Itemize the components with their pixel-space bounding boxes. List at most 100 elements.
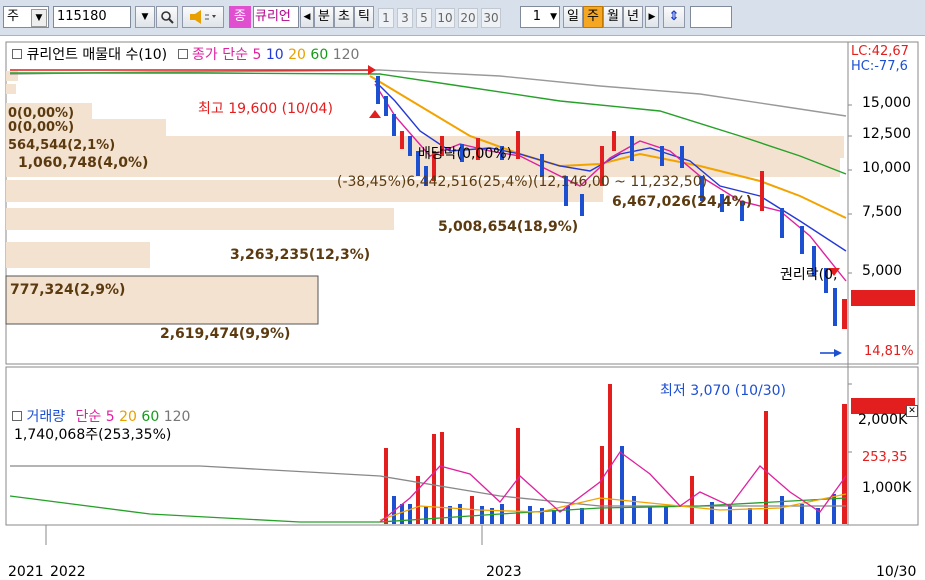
panel-square-icon <box>177 49 188 59</box>
volume-ma120-label: 120 <box>163 409 191 425</box>
stock-code-value: 115180 <box>57 9 107 24</box>
current-volume-text: 1,740,068주(253,35%) <box>14 427 172 443</box>
price-tick-label: 5,000 <box>862 263 903 279</box>
interval-20[interactable]: 20 <box>458 8 478 28</box>
market-select[interactable]: 주 ▼ <box>3 6 49 28</box>
stock-name-field[interactable]: 큐리언 <box>253 6 299 28</box>
current-price-box <box>851 290 915 306</box>
chevron-down-icon[interactable]: ▼ <box>31 9 47 27</box>
speaker-icon <box>190 10 216 24</box>
lc-hc-labels: LC:42,67 HC:-77,6 <box>851 44 923 80</box>
tab-month[interactable]: 월 <box>603 6 623 28</box>
stock-code-input[interactable]: 115180 <box>53 6 131 28</box>
candle <box>392 114 396 136</box>
profile-label: 777,324(2,9%) <box>10 282 126 298</box>
price-tick-label: 12,500 <box>862 126 911 142</box>
price-panel-title: 큐리언트 매물대 수(10) <box>26 47 168 63</box>
up-down-arrow-icon: ⇕ <box>668 9 680 24</box>
profile-label: 1,060,748(4,0%) <box>18 155 149 171</box>
interval-30[interactable]: 30 <box>481 8 501 28</box>
price-tick-label: 15,000 <box>862 95 911 111</box>
code-dropdown-button[interactable]: ▼ <box>135 6 155 28</box>
current-volume-pct: 253,35 <box>862 450 908 465</box>
tab-day[interactable]: 일 <box>563 6 583 28</box>
change-pct-label: 14,81% <box>864 344 914 359</box>
profile-label: 2,619,474(9,9%) <box>160 326 291 342</box>
panel-square-icon <box>12 49 22 59</box>
search-button[interactable] <box>156 6 178 28</box>
price-ma5-label: 5 <box>252 47 262 63</box>
price-tick-label: 10,000 <box>862 160 911 176</box>
tab-week[interactable]: 주 <box>583 6 603 28</box>
current-volume-label: 1,740K <box>862 434 908 449</box>
tab-year[interactable]: 년 <box>623 6 643 28</box>
x-axis-label-2022: 2022 <box>50 564 86 580</box>
current-price-label: 4,380 <box>864 327 902 342</box>
profile-label: 3,263,235(12,3%) <box>230 247 371 263</box>
candle <box>376 76 380 104</box>
profile-bar <box>6 208 394 230</box>
price-ma-label: 종가 단순 <box>192 47 249 63</box>
chart-toolbar: 주 ▼ 115180 ▼ 종 큐리언 ◀ 분 초 틱 1 3 5 10 20 3… <box>0 0 925 36</box>
candle <box>540 154 544 176</box>
low-annotation: 최저 3,070 (10/30) <box>660 383 787 399</box>
candle <box>680 146 684 168</box>
candle <box>516 131 520 159</box>
caret-right-icon: ▶ <box>648 12 656 22</box>
price-ma20-label: 20 <box>288 47 306 63</box>
volume-ma60-label: 60 <box>141 409 160 425</box>
chart-canvas[interactable] <box>0 36 925 552</box>
x-axis-label-2023: 2023 <box>486 564 522 580</box>
interval-3[interactable]: 3 <box>397 8 413 28</box>
next-arrow-button[interactable]: ▶ <box>645 6 659 28</box>
x-axis-last-date: 10/30 <box>876 564 917 580</box>
volume-panel-legend: 거래량 단순 5 20 60 120 <box>12 406 190 426</box>
hc-label: HC:-77,6 <box>851 59 908 74</box>
lc-label: LC:42,67 <box>851 44 909 59</box>
x-axis-label-2021: 2021 <box>8 564 44 580</box>
candle <box>660 146 664 166</box>
high-annotation: 최고 19,600 (10/04) <box>198 101 333 117</box>
close-icon[interactable]: ✕ <box>906 405 918 417</box>
market-label: 주 <box>7 9 19 24</box>
candle <box>384 96 388 116</box>
volume-ma20-label: 20 <box>119 409 137 425</box>
speaker-button[interactable] <box>182 6 224 28</box>
tab-minute[interactable]: 분 <box>314 6 334 28</box>
volume-tick-label: 1,000K <box>862 480 912 496</box>
extra-input[interactable] <box>690 6 732 28</box>
profile-label: (-38,45%)6,442,516(25,4%)(12,146,00 ~ 11… <box>337 174 708 190</box>
profile-bar <box>6 84 16 94</box>
profile-label: 564,544(2,1%) <box>8 138 116 153</box>
price-ma60-label: 60 <box>310 47 329 63</box>
profile-bar <box>6 242 150 268</box>
candle <box>780 208 784 238</box>
prev-arrow-button[interactable]: ◀ <box>300 6 314 28</box>
volume-ma5-label: 5 <box>105 409 115 425</box>
candle <box>580 194 584 216</box>
candle <box>842 299 847 329</box>
volume-tick-label: 2,000K <box>858 412 908 428</box>
caret-left-icon: ◀ <box>303 12 311 22</box>
candle <box>833 288 837 326</box>
chevron-down-icon[interactable]: ▼ <box>550 7 557 27</box>
search-icon <box>161 11 174 24</box>
stock-type-badge: 종 <box>229 6 251 28</box>
volume-ma-label: 단순 <box>75 409 102 425</box>
chevron-down-icon: ▼ <box>141 12 149 22</box>
profile-label: 6,467,026(24,4%) <box>612 194 753 210</box>
chart-area: 큐리언트 매물대 수(10) 종가 단순 5 10 20 60 120 LC:4… <box>0 36 925 580</box>
sort-button[interactable]: ⇕ <box>663 6 685 28</box>
profile-label: 0(0,00%) <box>8 120 75 135</box>
volume-panel-title: 거래량 <box>26 409 66 425</box>
interval-1[interactable]: 1 <box>378 8 394 28</box>
tab-tick[interactable]: 틱 <box>354 6 374 28</box>
interval-5[interactable]: 5 <box>416 8 432 28</box>
price-ma10-label: 10 <box>265 47 284 63</box>
interval-input[interactable]: 1 ▼ <box>520 6 560 28</box>
profile-label: 5,008,654(18,9%) <box>438 219 579 235</box>
candle <box>630 136 634 161</box>
interval-10[interactable]: 10 <box>435 8 455 28</box>
tab-second[interactable]: 초 <box>334 6 354 28</box>
candle <box>408 136 412 156</box>
